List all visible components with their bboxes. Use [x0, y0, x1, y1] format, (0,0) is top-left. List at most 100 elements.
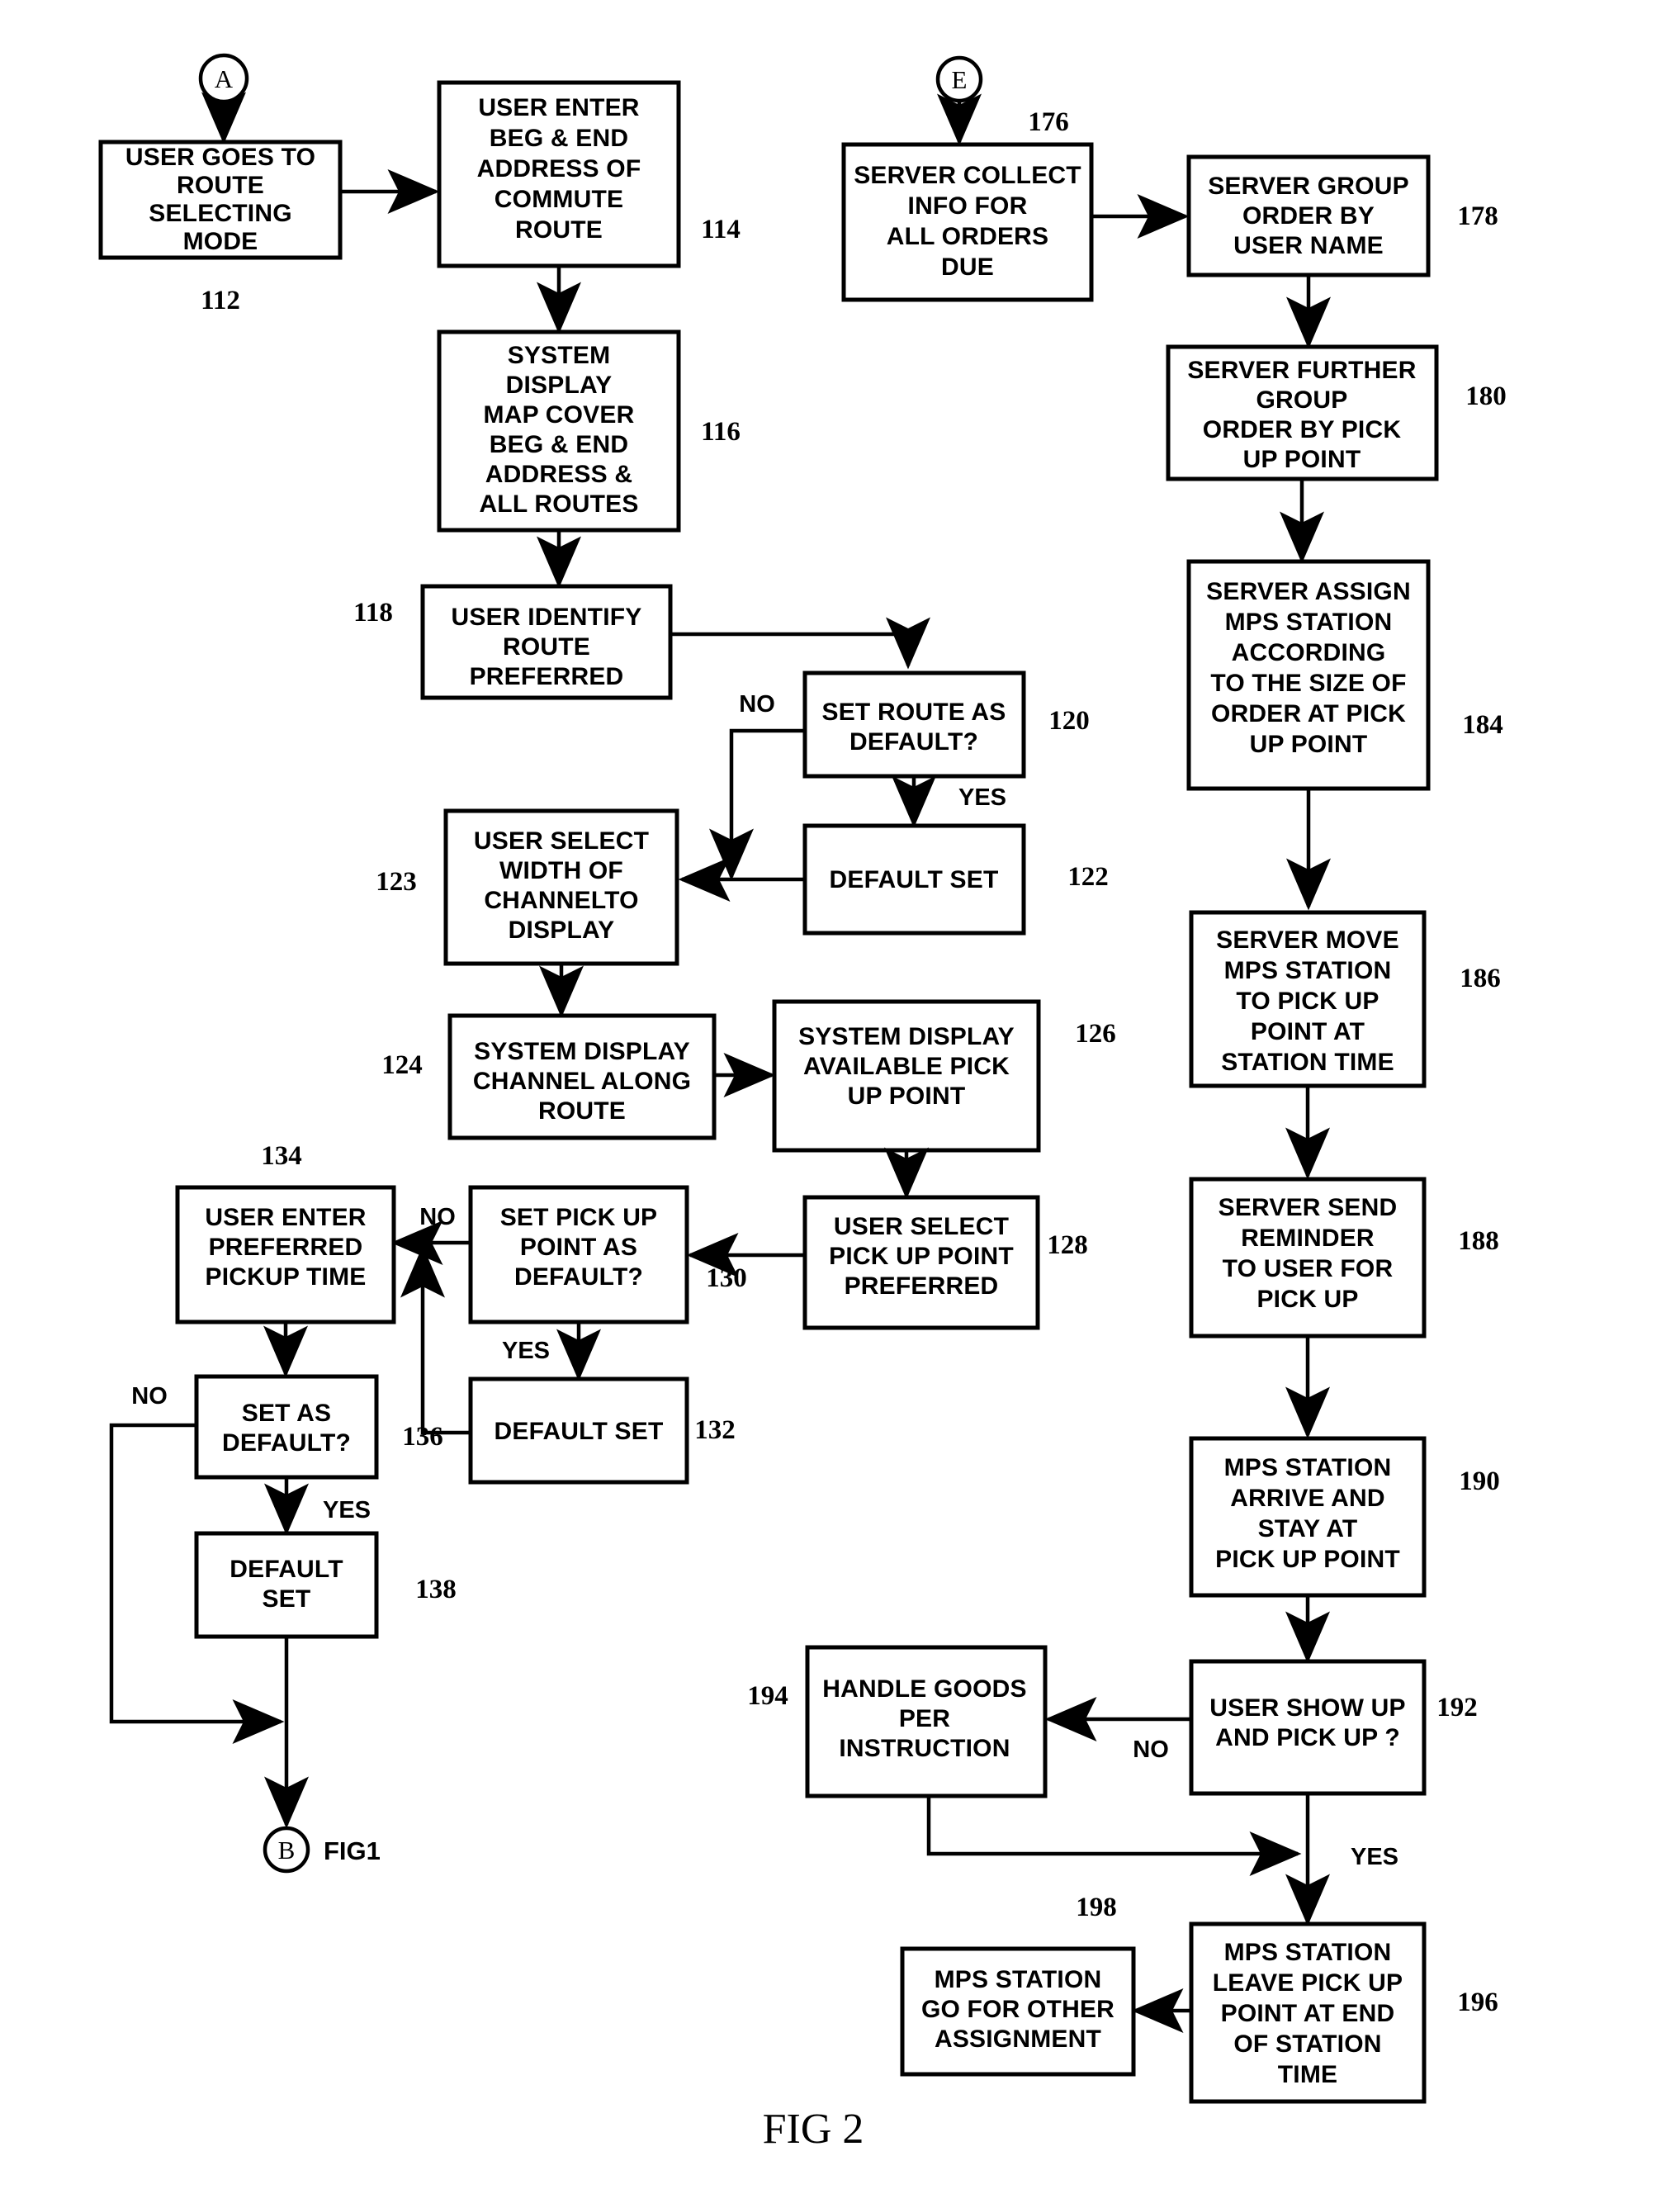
box-114-line-1: BEG & END	[490, 125, 629, 152]
box-118: USER IDENTIFY ROUTE PREFERRED 118	[353, 584, 673, 700]
edge-label-no-192: NO	[1133, 1737, 1169, 1763]
box-178: SERVER GROUP ORDER BY USER NAME 178	[1186, 154, 1498, 277]
box-112-line-2: SELECTING	[149, 200, 291, 227]
box-138: DEFAULT SET 138	[194, 1531, 457, 1639]
box-188-line-3: PICK UP	[1256, 1286, 1358, 1313]
box-176-line-0: SERVER COLLECT	[854, 162, 1081, 189]
box-136-ref: 136	[402, 1422, 443, 1452]
box-192-line-1: AND PICK UP ?	[1215, 1724, 1400, 1751]
box-112-ref: 112	[201, 286, 240, 315]
box-180-ref: 180	[1465, 381, 1507, 411]
box-116-line-1: DISPLAY	[506, 372, 613, 399]
box-120: SET ROUTE AS DEFAULT? 120	[802, 670, 1090, 779]
box-128-line-2: PREFERRED	[845, 1272, 999, 1300]
box-114: USER ENTER BEG & END ADDRESS OF COMMUTE …	[437, 80, 741, 268]
box-190-line-3: PICK UP POINT	[1215, 1546, 1400, 1573]
box-184-line-5: UP POINT	[1250, 731, 1368, 758]
box-138-line-0: DEFAULT	[230, 1556, 343, 1583]
box-134-ref: 134	[261, 1141, 302, 1171]
box-136: SET AS DEFAULT? 136	[194, 1374, 443, 1480]
connector-b-letter: B	[278, 1836, 296, 1864]
box-114-line-0: USER ENTER	[478, 94, 639, 121]
connector-b-note: FIG1	[324, 1836, 381, 1865]
box-186-line-0: SERVER MOVE	[1216, 926, 1399, 954]
edge-118-120	[670, 617, 930, 670]
connector-e-letter: E	[952, 65, 968, 94]
box-123-line-1: WIDTH OF	[499, 857, 623, 884]
box-124-line-1: CHANNEL ALONG	[473, 1068, 691, 1095]
box-184-line-0: SERVER ASSIGN	[1206, 578, 1411, 605]
box-138-ref: 138	[415, 1575, 457, 1604]
box-186: SERVER MOVE MPS STATION TO PICK UP POINT…	[1189, 910, 1501, 1088]
box-114-line-2: ADDRESS OF	[477, 155, 641, 182]
edge-label-yes-130: YES	[502, 1338, 550, 1364]
box-184-line-2: ACCORDING	[1232, 639, 1386, 666]
box-184-ref: 184	[1462, 710, 1503, 740]
box-130-line-0: SET PICK UP	[500, 1204, 658, 1231]
box-186-line-3: POINT AT	[1251, 1018, 1365, 1045]
edge-label-yes-136: YES	[323, 1497, 371, 1523]
box-118-line-0: USER IDENTIFY	[452, 604, 642, 631]
edge-label-no-136: NO	[131, 1383, 168, 1410]
box-192-line-0: USER SHOW UP	[1209, 1694, 1405, 1722]
box-126-line-2: UP POINT	[848, 1083, 966, 1110]
box-184-line-3: TO THE SIZE OF	[1210, 670, 1406, 697]
flowchart-canvas: A USER GOES TO ROUTE SELECTING MODE 112 …	[98, 53, 1507, 2153]
box-116-line-3: BEG & END	[490, 431, 629, 458]
box-114-line-3: COMMUTE	[495, 186, 623, 213]
box-176-ref: 176	[1028, 107, 1069, 137]
box-126-ref: 126	[1075, 1019, 1116, 1049]
box-198: MPS STATION GO FOR OTHER ASSIGNMENT 198	[900, 1893, 1136, 2077]
box-116-line-0: SYSTEM	[508, 342, 611, 369]
box-128: USER SELECT PICK UP POINT PREFERRED 128	[802, 1195, 1088, 1330]
box-130-ref: 130	[706, 1263, 747, 1293]
box-118-line-2: PREFERRED	[470, 663, 624, 690]
box-188-ref: 188	[1458, 1226, 1499, 1256]
box-176-line-1: INFO FOR	[908, 192, 1028, 220]
edge-label-yes-192: YES	[1351, 1844, 1398, 1870]
box-130-line-1: POINT AS	[520, 1234, 637, 1261]
box-190: MPS STATION ARRIVE AND STAY AT PICK UP P…	[1189, 1436, 1500, 1598]
box-138-line-1: SET	[263, 1585, 311, 1613]
box-184-line-1: MPS STATION	[1225, 609, 1393, 636]
box-178-line-0: SERVER GROUP	[1208, 173, 1409, 200]
box-192: USER SHOW UP AND PICK UP ? 192	[1189, 1659, 1478, 1796]
box-188-line-1: REMINDER	[1241, 1225, 1375, 1252]
box-134-line-2: PICKUP TIME	[205, 1263, 366, 1291]
edge-label-no-120: NO	[739, 691, 775, 718]
box-186-ref: 186	[1460, 964, 1501, 993]
box-132: DEFAULT SET 132	[468, 1376, 736, 1485]
box-176-line-2: ALL ORDERS	[887, 223, 1048, 250]
box-134: USER ENTER PREFERRED PICKUP TIME 134	[175, 1141, 396, 1324]
box-116-ref: 116	[701, 417, 741, 447]
box-196-line-4: TIME	[1278, 2061, 1337, 2088]
box-122-ref: 122	[1067, 862, 1109, 892]
box-126-line-0: SYSTEM DISPLAY	[798, 1023, 1015, 1050]
box-116-line-5: ALL ROUTES	[479, 490, 638, 518]
box-178-line-2: USER NAME	[1233, 232, 1384, 259]
box-120-line-0: SET ROUTE AS	[822, 699, 1006, 726]
box-126: SYSTEM DISPLAY AVAILABLE PICK UP POINT 1…	[772, 999, 1116, 1153]
box-194-line-1: PER	[899, 1705, 950, 1732]
box-116: SYSTEM DISPLAY MAP COVER BEG & END ADDRE…	[437, 329, 741, 533]
box-134-line-1: PREFERRED	[209, 1234, 363, 1261]
box-122: DEFAULT SET 122	[802, 823, 1109, 936]
box-126-line-1: AVAILABLE PICK	[803, 1053, 1010, 1080]
box-123: USER SELECT WIDTH OF CHANNELTO DISPLAY 1…	[376, 808, 679, 966]
box-112-line-3: MODE	[183, 228, 258, 255]
box-196-line-1: LEAVE PICK UP	[1213, 1969, 1403, 1997]
box-192-ref: 192	[1436, 1693, 1478, 1722]
box-134-line-0: USER ENTER	[205, 1204, 366, 1231]
edge-120-no	[709, 728, 805, 881]
box-132-line-0: DEFAULT SET	[495, 1418, 664, 1445]
box-118-ref: 118	[353, 598, 393, 628]
box-190-ref: 190	[1459, 1466, 1500, 1496]
box-123-line-2: CHANNELTO	[484, 887, 638, 914]
box-120-line-1: DEFAULT?	[849, 728, 978, 756]
box-190-line-2: STAY AT	[1258, 1515, 1358, 1542]
box-188-line-0: SERVER SEND	[1219, 1194, 1398, 1221]
box-132-ref: 132	[694, 1415, 736, 1445]
box-128-line-0: USER SELECT	[834, 1213, 1009, 1240]
box-114-ref: 114	[701, 215, 741, 244]
box-194-ref: 194	[747, 1681, 788, 1711]
